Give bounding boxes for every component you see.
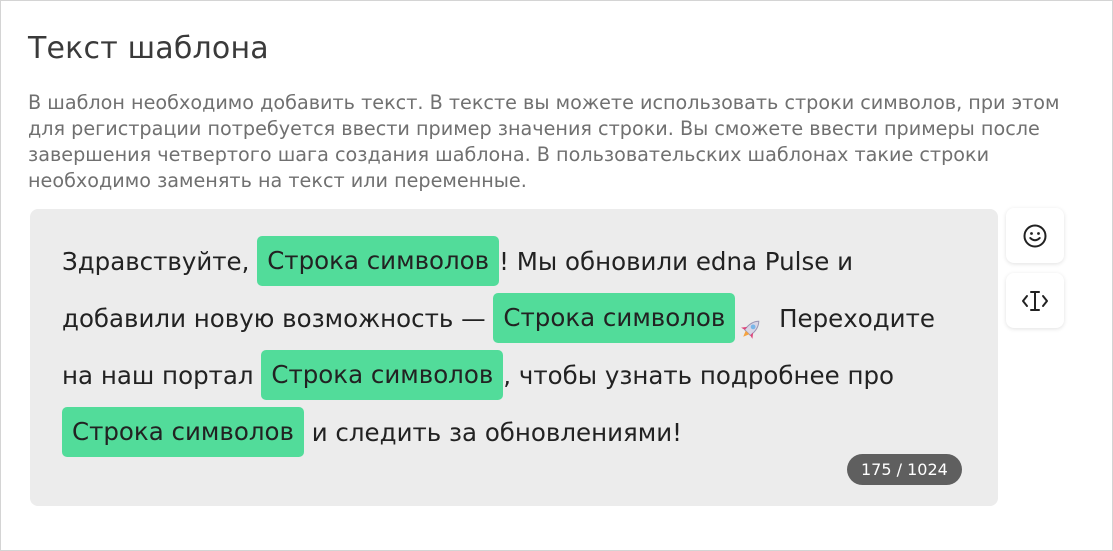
string-placeholder-chip[interactable]: Строка символов (257, 236, 500, 286)
string-placeholder-chip[interactable]: Строка символов (62, 407, 304, 457)
template-message[interactable]: Здравствуйте, Строка символов! Мы обнови… (62, 233, 962, 461)
string-placeholder-chip[interactable]: Строка символов (493, 293, 736, 343)
smiley-face-icon (1022, 223, 1048, 249)
character-counter: 175 / 1024 (847, 454, 962, 485)
text-cursor-insert-icon (1020, 289, 1050, 313)
template-text-panel: Текст шаблона В шаблон необходимо добави… (0, 0, 1113, 551)
template-text-editor[interactable]: Здравствуйте, Строка символов! Мы обнови… (30, 209, 998, 506)
insert-variable-button[interactable] (1006, 273, 1064, 328)
message-text: Здравствуйте, (62, 247, 258, 276)
insert-emoji-button[interactable] (1006, 208, 1064, 263)
message-text: , чтобы узнать подробнее про (503, 361, 895, 390)
message-text: и следить за обновлениями! (303, 418, 682, 447)
rocket-emoji-icon (737, 306, 765, 339)
section-title: Текст шаблона (28, 31, 269, 66)
string-placeholder-chip[interactable]: Строка символов (261, 350, 504, 400)
section-description: В шаблон необходимо добавить текст. В те… (28, 91, 1060, 192)
